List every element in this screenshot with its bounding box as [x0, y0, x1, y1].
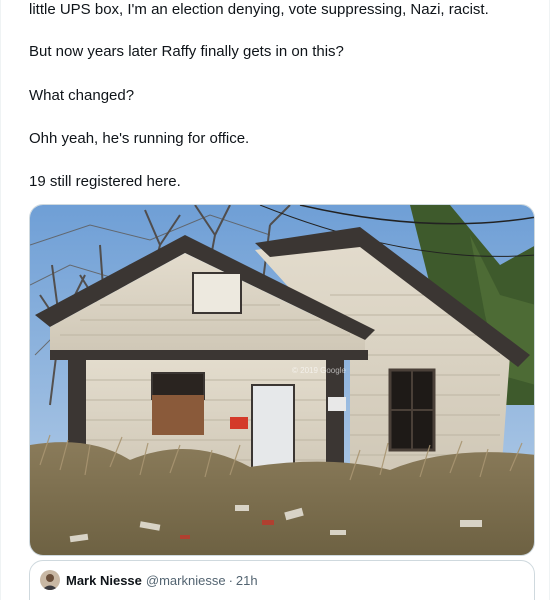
avatar[interactable] — [40, 570, 60, 590]
tweet-text-line-4: Ohh yeah, he's running for office. — [29, 130, 250, 147]
separator-dot: · — [228, 572, 233, 588]
abandoned-house-photo: © 2019 Google — [30, 205, 534, 555]
tweet-body: little UPS box, I'm an election denying,… — [0, 0, 550, 600]
tweet-text-line-3: What changed? — [29, 87, 135, 104]
tweet-text-line-5: 19 still registered here. — [29, 173, 181, 190]
tweet-text-line-1: little UPS box, I'm an election denying,… — [29, 1, 489, 18]
tweet-text-line-2: But now years later Raffy finally gets i… — [29, 43, 344, 60]
tweet-photo[interactable]: © 2019 Google — [29, 204, 535, 556]
quoted-tweet-header: Mark Niesse @markniesse · 21h — [40, 570, 258, 590]
quoted-tweet[interactable]: Mark Niesse @markniesse · 21h — [29, 560, 535, 600]
user-avatar-icon — [40, 570, 60, 590]
quoted-handle[interactable]: @markniesse — [146, 573, 226, 588]
quoted-timestamp[interactable]: 21h — [236, 573, 258, 588]
photo-watermark: © 2019 Google — [292, 366, 346, 375]
quoted-display-name[interactable]: Mark Niesse — [66, 573, 142, 588]
